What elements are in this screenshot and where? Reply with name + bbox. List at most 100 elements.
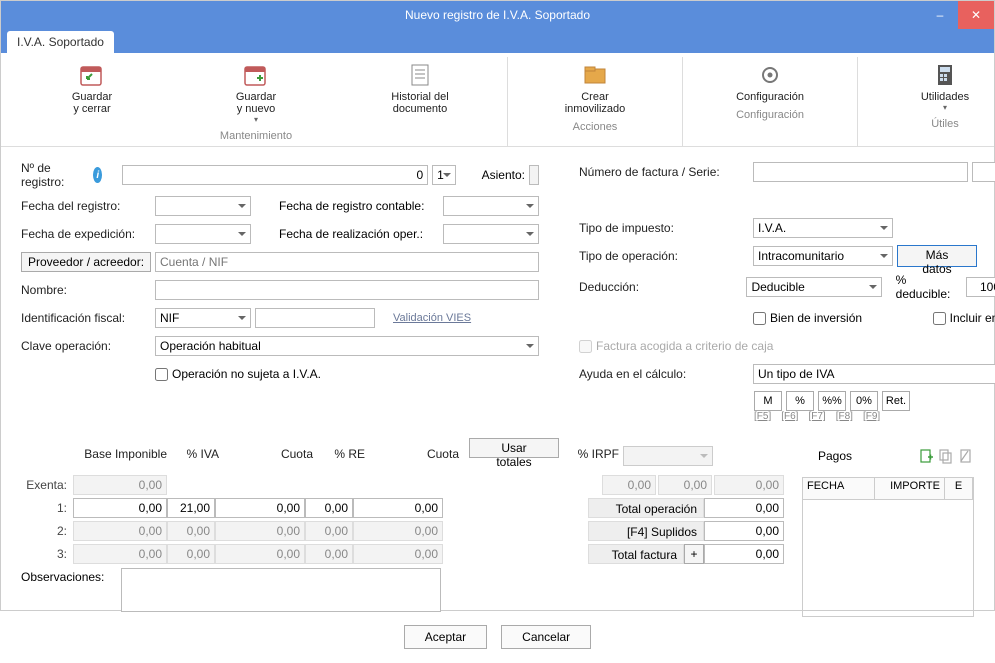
config-button[interactable]: Configuración	[689, 59, 851, 105]
pagos-grid[interactable]: FECHA IMPORTE E	[802, 477, 974, 617]
minimize-button[interactable]: –	[922, 1, 958, 29]
col-cuota2: Cuota	[369, 445, 463, 467]
save-new-button[interactable]: Guardar y nuevo ▾	[175, 59, 337, 126]
asiento-label: Asiento:	[482, 168, 525, 182]
chevron-down-icon: ▾	[254, 115, 258, 124]
history-button[interactable]: Historial del documento	[339, 59, 501, 126]
irpf-base	[658, 475, 712, 495]
usar-totales-button[interactable]: Usar totales	[469, 438, 559, 458]
pctded-field[interactable]	[966, 277, 995, 297]
info-icon[interactable]: i	[93, 167, 102, 183]
accept-button[interactable]: Aceptar	[404, 625, 487, 649]
copy-payment-icon[interactable]	[938, 448, 954, 464]
numfac-field[interactable]	[753, 162, 968, 182]
exenta-label: Exenta:	[21, 478, 73, 492]
fro-field[interactable]	[443, 224, 539, 244]
obs-textarea[interactable]	[121, 568, 441, 612]
tipoimp-select[interactable]: I.V.A.	[753, 218, 893, 238]
r3-re	[305, 544, 353, 564]
inc347-checkbox[interactable]: Incluir en 347	[933, 311, 995, 325]
pagos-col-e: E	[945, 478, 973, 499]
freg-label: Fecha del registro:	[21, 199, 151, 213]
serie-field[interactable]	[972, 162, 995, 182]
close-button[interactable]: ✕	[958, 1, 994, 29]
nreg-label: Nº de registro:	[21, 161, 85, 189]
window-title: Nuevo registro de I.V.A. Soportado	[405, 8, 590, 22]
r1-cuota[interactable]	[215, 498, 305, 518]
r1-re[interactable]	[305, 498, 353, 518]
ribbon-group-label: Útiles	[931, 118, 959, 132]
r1-cuota2[interactable]	[353, 498, 443, 518]
helper-pctpct-button[interactable]: %%	[818, 391, 846, 411]
suplidos-label: [F4] Suplidos	[588, 521, 704, 541]
helper-pct-button[interactable]: %	[786, 391, 814, 411]
vies-link[interactable]: Validación VIES	[393, 312, 471, 324]
chevron-down-icon: ▾	[943, 103, 947, 112]
freg-field[interactable]	[155, 196, 251, 216]
gear-icon	[756, 61, 784, 89]
nombre-field[interactable]	[155, 280, 539, 300]
folder-icon	[581, 61, 609, 89]
suplidos-value: 0,00	[704, 521, 784, 541]
tipoop-label: Tipo de operación:	[579, 249, 749, 263]
pagos-col-fecha: FECHA	[803, 478, 875, 499]
frc-field[interactable]	[443, 196, 539, 216]
calculator-icon	[931, 61, 959, 89]
ayuda-label: Ayuda en el cálculo:	[579, 367, 749, 381]
clave-label: Clave operación:	[21, 339, 151, 353]
nombre-label: Nombre:	[21, 283, 151, 297]
f9-hint: [F9]	[863, 411, 880, 422]
f6-hint: [F6]	[781, 411, 798, 422]
utilities-button[interactable]: Utilidades ▾	[864, 59, 995, 114]
helper-0pct-button[interactable]: 0%	[850, 391, 878, 411]
delete-payment-icon[interactable]	[958, 448, 974, 464]
masdatos-button[interactable]: Más datos	[897, 245, 977, 267]
idfis-label: Identificación fiscal:	[21, 311, 151, 325]
r1-base[interactable]	[73, 498, 167, 518]
exenta-base	[73, 475, 167, 495]
bieninv-checkbox[interactable]: Bien de inversión	[753, 311, 862, 325]
f8-hint: [F8]	[836, 411, 853, 422]
clave-select[interactable]: Operación habitual	[155, 336, 539, 356]
helper-ret-button[interactable]: Ret.	[882, 391, 910, 411]
r2-cuota2	[353, 521, 443, 541]
obs-label: Observaciones:	[21, 568, 121, 584]
criterio-checkbox: Factura acogida a criterio de caja	[579, 339, 773, 353]
cuenta-field[interactable]	[155, 252, 539, 272]
row3-label: 3:	[21, 547, 73, 561]
save-close-button[interactable]: Guardar y cerrar	[11, 59, 173, 126]
totop-value: 0,00	[704, 498, 784, 518]
row2-label: 2:	[21, 524, 73, 538]
r1-iva[interactable]	[167, 498, 215, 518]
ded-label: Deducción:	[579, 280, 742, 294]
pagos-col-importe: IMPORTE	[875, 478, 945, 499]
col-re: % RE	[317, 445, 369, 467]
fexp-label: Fecha de expedición:	[21, 227, 151, 241]
col-base: Base Imponible	[21, 445, 171, 467]
numfac-label: Número de factura / Serie:	[579, 165, 749, 179]
idfis-select[interactable]: NIF	[155, 308, 251, 328]
add-payment-icon[interactable]	[918, 448, 934, 464]
idfis-value-field[interactable]	[255, 308, 375, 328]
ded-select[interactable]: Deducible	[746, 277, 881, 297]
helper-m-button[interactable]: M	[754, 391, 782, 411]
ribbon: Guardar y cerrar Guardar y nuevo ▾ Histo…	[1, 53, 994, 147]
ribbon-group-label: Configuración	[736, 109, 804, 123]
plus-button[interactable]: +	[684, 544, 704, 564]
nosujeta-checkbox[interactable]: Operación no sujeta a I.V.A.	[155, 367, 321, 381]
col-iva: % IVA	[171, 445, 223, 467]
create-asset-button[interactable]: Crear inmovilizado	[514, 59, 676, 117]
proveedor-button[interactable]: Proveedor / acreedor:	[21, 252, 151, 272]
nreg-series-select[interactable]: 1	[432, 165, 456, 185]
document-list-icon	[406, 61, 434, 89]
tab-iva-soportado[interactable]: I.V.A. Soportado	[7, 31, 114, 53]
r2-base	[73, 521, 167, 541]
r2-iva	[167, 521, 215, 541]
tipoop-select[interactable]: Intracomunitario	[753, 246, 893, 266]
tipoimp-label: Tipo de impuesto:	[579, 221, 749, 235]
nreg-field-1[interactable]	[122, 165, 428, 185]
fexp-field[interactable]	[155, 224, 251, 244]
ayuda-select[interactable]: Un tipo de IVA	[753, 364, 995, 384]
irpf-cuota	[714, 475, 784, 495]
cancel-button[interactable]: Cancelar	[501, 625, 591, 649]
